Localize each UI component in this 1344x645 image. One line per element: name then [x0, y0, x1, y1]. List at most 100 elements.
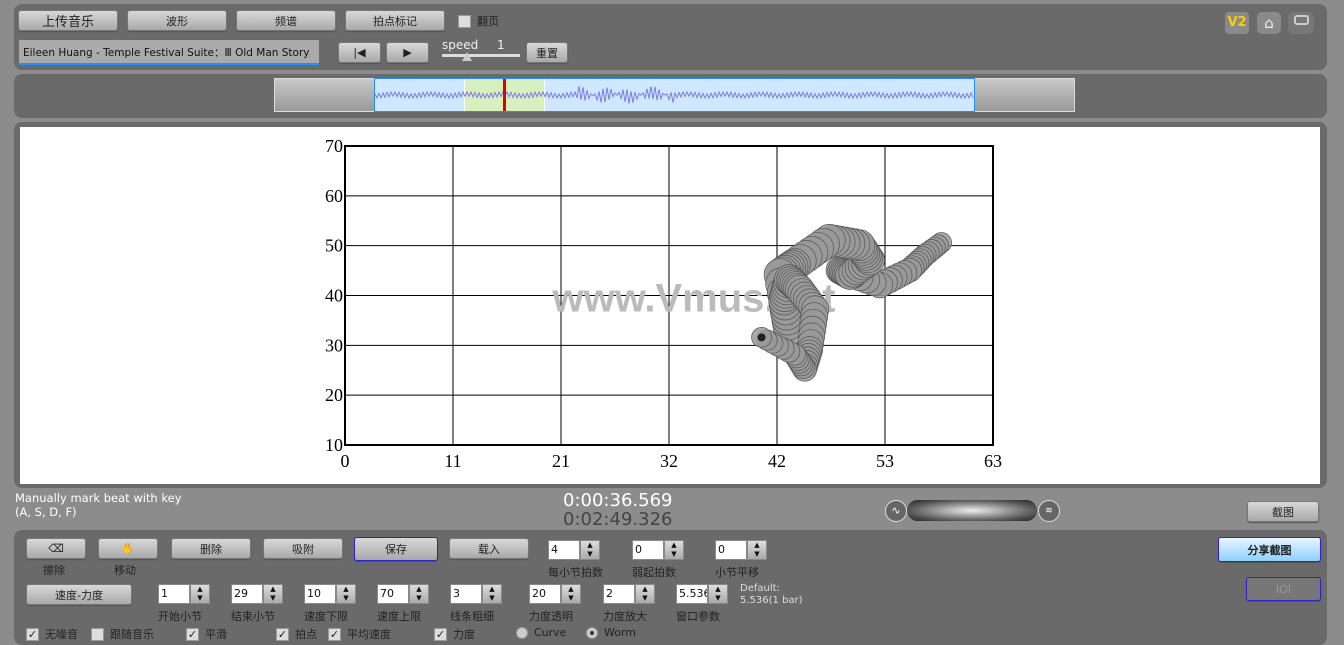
option-checkbox[interactable]: ✓ 拍点	[276, 626, 317, 642]
current-time: 0:00:36.569	[563, 490, 673, 511]
song-title-field[interactable]: Eileen Huang - Temple Festival Suite：Ⅲ O…	[19, 40, 319, 65]
beat-mark-button[interactable]: 拍点标记	[345, 10, 445, 31]
checkbox-label: 无噪音	[45, 628, 78, 641]
x-tick-label: 42	[768, 451, 786, 471]
spinner-arrows-icon[interactable]: ▲ ▼	[482, 584, 502, 604]
spinner-arrows-icon[interactable]: ▲ ▼	[336, 584, 356, 604]
spinner-value[interactable]: 4	[548, 540, 580, 560]
checkbox[interactable]: ✓	[186, 627, 199, 641]
spinner[interactable]: 20 ▲ ▼	[529, 584, 581, 604]
spinner-value[interactable]: 2	[603, 584, 635, 604]
y-tick-label: 60	[325, 186, 343, 206]
spinner-arrows-icon[interactable]: ▲ ▼	[190, 584, 210, 604]
option-checkbox[interactable]: ✓ 力度	[434, 626, 475, 642]
spinner-arrows-icon[interactable]: ▲ ▼	[747, 540, 767, 560]
spinner[interactable]: 10 ▲ ▼	[304, 584, 356, 604]
hint-line-1: Manually mark beat with key	[15, 491, 182, 505]
save-button[interactable]: 保存	[354, 537, 438, 561]
spinner[interactable]: 70 ▲ ▼	[377, 584, 429, 604]
y-tick-label: 70	[325, 136, 343, 156]
option-checkbox[interactable]: ✓ 无噪音	[26, 626, 78, 642]
checkbox-label: 平滑	[205, 628, 227, 641]
spinner-label: 速度下限	[304, 610, 348, 623]
home-icon[interactable]: ⌂	[1257, 12, 1281, 34]
y-tick-label: 50	[325, 236, 343, 256]
page-flip-label: 翻页	[477, 15, 499, 28]
spinner-arrows-icon[interactable]: ▲ ▼	[664, 540, 684, 560]
checkbox[interactable]: ✓	[26, 627, 39, 641]
fullscreen-icon[interactable]	[1288, 12, 1314, 34]
default-note-2: 5.536(1 bar)	[740, 595, 803, 606]
radio-label: Worm	[604, 626, 637, 639]
snap-button[interactable]: 吸附	[263, 538, 343, 559]
mode-radio[interactable]: Curve	[516, 626, 566, 639]
mode-radio[interactable]: Worm	[586, 626, 636, 639]
checkbox[interactable]: ✓	[328, 627, 341, 641]
spinner-arrows-icon[interactable]: ▲ ▼	[409, 584, 429, 604]
eraser-icon: ⌫	[48, 542, 64, 555]
play-icon: ▶	[403, 46, 412, 59]
page-flip-checkbox[interactable]: 翻页	[458, 13, 499, 29]
delete-button[interactable]: 删除	[171, 538, 251, 559]
spinner-value[interactable]: 10	[304, 584, 336, 604]
spinner-arrows-icon[interactable]: ▲ ▼	[580, 540, 600, 560]
spinner-value[interactable]: 3	[450, 584, 482, 604]
option-checkbox[interactable]: 跟随音乐	[91, 626, 154, 642]
zoom-slider[interactable]	[907, 500, 1037, 521]
checkbox[interactable]	[91, 627, 104, 641]
spinner-label: 速度上限	[377, 610, 421, 623]
spinner-value[interactable]: 0	[715, 540, 747, 560]
spectrum-button[interactable]: 频谱	[236, 10, 336, 31]
move-button[interactable]: ✋	[98, 538, 158, 559]
spinner-arrows-icon[interactable]: ▲ ▼	[635, 584, 655, 604]
hand-icon: ✋	[121, 542, 135, 555]
waveform-view[interactable]	[374, 78, 975, 112]
option-checkbox[interactable]: ✓ 平滑	[186, 626, 227, 642]
option-checkbox[interactable]: ✓ 平均速度	[328, 626, 391, 642]
spinner-value[interactable]: 1	[158, 584, 190, 604]
checkbox[interactable]: ✓	[434, 627, 447, 641]
checkbox-label: 平均速度	[347, 628, 391, 641]
ioi-button[interactable]: IOI	[1246, 577, 1321, 601]
reset-button[interactable]: 重置	[526, 42, 568, 63]
skip-start-icon: |◀	[353, 46, 366, 59]
play-button[interactable]: ▶	[386, 42, 429, 63]
erase-button[interactable]: ⌫	[26, 538, 86, 559]
spinner[interactable]: 1 ▲ ▼	[158, 584, 210, 604]
spinner-arrows-icon[interactable]: ▲ ▼	[708, 584, 728, 604]
spinner[interactable]: 29 ▲ ▼	[231, 584, 283, 604]
spinner-value[interactable]: 29	[231, 584, 263, 604]
speed-slider[interactable]	[442, 52, 520, 61]
v2-badge[interactable]: V2	[1225, 12, 1249, 34]
checkbox-label: 拍点	[295, 628, 317, 641]
screenshot-button[interactable]: 截图	[1247, 501, 1319, 522]
checkbox[interactable]: ✓	[276, 627, 289, 641]
speed-dynamics-button[interactable]: 速度-力度	[26, 584, 132, 605]
upload-music-button[interactable]: 上传音乐	[18, 10, 118, 31]
spinner-value[interactable]: 0	[632, 540, 664, 560]
spinner-value[interactable]: 70	[377, 584, 409, 604]
load-button[interactable]: 载入	[449, 538, 529, 559]
x-tick-label: 63	[984, 451, 1002, 471]
waveform-button[interactable]: 波形	[127, 10, 227, 31]
rewind-button[interactable]: |◀	[338, 42, 381, 63]
spinner-value[interactable]: 5.5363	[676, 584, 708, 604]
slider-thumb[interactable]	[462, 52, 472, 61]
share-screenshot-button[interactable]: 分享截图	[1218, 537, 1321, 562]
spinner[interactable]: 5.5363▲▼	[676, 584, 728, 604]
spinner[interactable]: 3 ▲ ▼	[450, 584, 502, 604]
spinner[interactable]: 2 ▲ ▼	[603, 584, 655, 604]
spinner[interactable]: 4 ▲ ▼	[548, 540, 600, 560]
spinner[interactable]: 0 ▲ ▼	[632, 540, 684, 560]
playhead[interactable]	[503, 79, 506, 111]
hint-line-2: (A, S, D, F)	[15, 505, 77, 519]
audio-wave-icon[interactable]: ≋	[1038, 500, 1060, 522]
spinner-value[interactable]: 20	[529, 584, 561, 604]
checkbox-label: 跟随音乐	[110, 628, 154, 641]
spinner-arrows-icon[interactable]: ▲ ▼	[263, 584, 283, 604]
waveform-mode-icon[interactable]: ∿	[885, 500, 907, 522]
checkbox[interactable]	[458, 14, 471, 28]
spinner-arrows-icon[interactable]: ▲ ▼	[561, 584, 581, 604]
spinner[interactable]: 0 ▲ ▼	[715, 540, 767, 560]
spinner-label: 窗口参数	[676, 610, 720, 623]
